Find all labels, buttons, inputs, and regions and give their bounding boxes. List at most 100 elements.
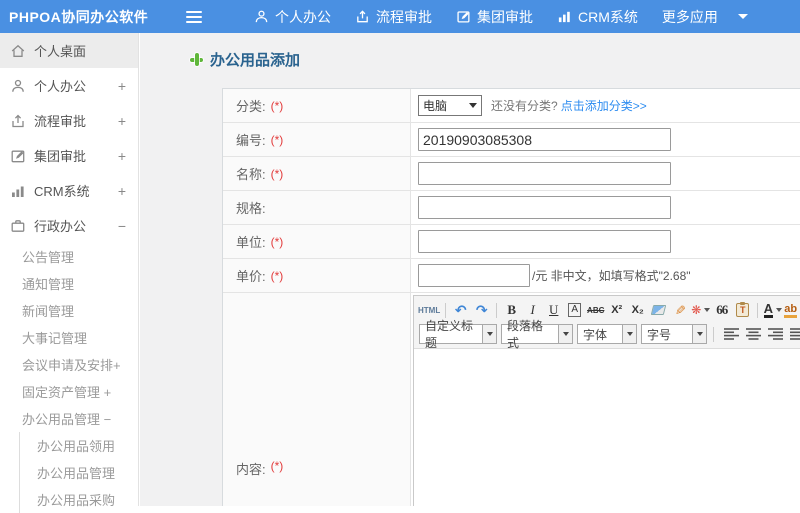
sidebar-item-news-mgmt[interactable]: 新闻管理	[0, 297, 138, 324]
name-label: 名称:	[236, 164, 266, 183]
add-category-link[interactable]: 点击添加分类>>	[561, 97, 647, 114]
format-painter-button[interactable]: ✎	[670, 301, 690, 320]
chevron-down-icon	[482, 325, 496, 343]
form-row-spec: 规格:	[223, 191, 800, 225]
chevron-down-icon	[692, 325, 706, 343]
select-arrow-icon	[469, 103, 477, 108]
subscript-button[interactable]: X₂	[628, 300, 647, 320]
sidebar-item-group-approval[interactable]: 集团审批 +	[0, 138, 138, 173]
required-marker: (*)	[271, 167, 284, 181]
auto-typeset-button[interactable]: ❋	[691, 300, 710, 320]
code-input[interactable]	[418, 128, 671, 151]
align-center-icon[interactable]	[746, 328, 761, 340]
spec-input[interactable]	[418, 196, 671, 219]
blockquote-button[interactable]: 66	[712, 300, 731, 320]
chevron-down-icon	[558, 325, 572, 343]
sidebar-item-personal-office[interactable]: 个人办公 +	[0, 68, 138, 103]
form-row-name: 名称: (*)	[223, 157, 800, 191]
unit-label: 单位:	[236, 232, 266, 251]
category-hint: 还没有分类?	[491, 97, 558, 114]
sidebar-item-memorabilia-mgmt[interactable]: 大事记管理	[0, 324, 138, 351]
sidebar-item-supplies-manage[interactable]: 办公用品管理	[20, 459, 138, 486]
sidebar-item-crm[interactable]: CRM系统 +	[0, 173, 138, 208]
toolbar-row-2: 自定义标题 段落格式 字体	[417, 322, 800, 346]
heading-select[interactable]: 自定义标题	[419, 324, 497, 344]
editor-toolbar: HTML ↶ ↷ B I U A ABC X² X₂	[414, 296, 800, 349]
app-logo[interactable]: PHPOA协同办公软件	[0, 7, 186, 27]
bar-chart-icon	[557, 9, 572, 24]
paragraph-format-select[interactable]: 段落格式	[501, 324, 573, 344]
share-icon	[355, 9, 370, 24]
required-marker: (*)	[271, 459, 284, 473]
chevron-down-icon	[622, 325, 636, 343]
code-label: 编号:	[236, 130, 266, 149]
topbar: PHPOA协同办公软件 个人办公 流程审批 集团审批 CRM系统 更多应用	[0, 0, 800, 33]
briefcase-icon	[10, 218, 26, 234]
spec-label: 规格:	[236, 198, 266, 217]
price-input[interactable]	[418, 264, 530, 287]
align-right-icon[interactable]	[768, 328, 783, 340]
chevron-down-icon	[704, 308, 710, 312]
form-row-price: 单价: (*) /元 非中文，如填写格式"2.68"	[223, 259, 800, 293]
align-left-icon[interactable]	[724, 328, 739, 340]
sidebar-item-meeting-mgmt[interactable]: 会议申请及安排+	[0, 351, 138, 378]
sidebar-item-desktop[interactable]: 个人桌面	[0, 33, 138, 68]
home-icon	[10, 43, 26, 59]
expand-plus-icon[interactable]: +	[118, 183, 126, 199]
chevron-down-icon	[776, 308, 782, 312]
sidebar: 个人桌面 个人办公 + 流程审批 + 集团审批 + CRM系统 + 行政办公 −	[0, 33, 139, 506]
required-marker: (*)	[271, 235, 284, 249]
sidebar-item-admin-office[interactable]: 行政办公 −	[0, 208, 138, 243]
align-justify-icon[interactable]	[790, 328, 800, 340]
nav-crm-system[interactable]: CRM系统	[557, 7, 638, 27]
expand-plus-icon[interactable]: +	[118, 113, 126, 129]
page-title: 办公用品添加	[190, 49, 800, 70]
remove-format-button[interactable]	[649, 300, 668, 320]
collapse-minus-icon[interactable]: −	[118, 218, 126, 234]
form-row-code: 编号: (*)	[223, 123, 800, 157]
superscript-button[interactable]: X²	[607, 300, 626, 320]
font-family-select[interactable]: 字体	[577, 324, 637, 344]
expand-plus-icon[interactable]: +	[118, 78, 126, 94]
price-format-hint: /元 非中文，如填写格式"2.68"	[532, 267, 691, 284]
required-marker: (*)	[271, 133, 284, 147]
font-color-button[interactable]: A	[763, 300, 782, 320]
edit-icon	[456, 9, 471, 24]
menu-toggle-icon[interactable]	[186, 11, 204, 23]
expand-plus-icon[interactable]: +	[118, 148, 126, 164]
nav-more-apps[interactable]: 更多应用	[662, 7, 748, 27]
strikethrough-button[interactable]: ABC	[586, 300, 605, 320]
user-icon	[254, 9, 269, 24]
sidebar-item-supplies-purchase[interactable]: 办公用品采购	[20, 486, 138, 513]
share-icon	[10, 113, 26, 129]
category-select[interactable]: 电脑	[418, 95, 482, 116]
unit-input[interactable]	[418, 230, 671, 253]
highlight-color-button[interactable]: ab	[784, 300, 800, 320]
sidebar-item-office-supplies-mgmt[interactable]: 办公用品管理 −	[0, 405, 138, 432]
rich-text-editor: HTML ↶ ↷ B I U A ABC X² X₂	[413, 295, 800, 506]
required-marker: (*)	[271, 99, 284, 113]
category-label: 分类:	[236, 96, 266, 115]
sidebar-item-announcement-mgmt[interactable]: 公告管理	[0, 243, 138, 270]
font-style-button[interactable]: A	[565, 300, 584, 320]
sidebar-item-supplies-claim[interactable]: 办公用品领用	[20, 432, 138, 459]
form-row-category: 分类: (*) 电脑 还没有分类? 点击添加分类>>	[223, 89, 800, 123]
office-supplies-submenu: 办公用品领用 办公用品管理 办公用品采购	[19, 432, 138, 513]
form-row-unit: 单位: (*)	[223, 225, 800, 259]
name-input[interactable]	[418, 162, 671, 185]
user-icon	[10, 78, 26, 94]
eraser-icon	[651, 305, 666, 315]
sidebar-item-process-approval[interactable]: 流程审批 +	[0, 103, 138, 138]
sidebar-item-notice-mgmt[interactable]: 通知管理	[0, 270, 138, 297]
chevron-down-icon	[738, 14, 748, 19]
font-size-select[interactable]: 字号	[641, 324, 707, 344]
nav-process-approval[interactable]: 流程审批	[355, 7, 432, 27]
nav-personal-office[interactable]: 个人办公	[254, 7, 331, 27]
paste-plain-button[interactable]: T	[733, 300, 752, 320]
editor-content-area[interactable]	[414, 349, 800, 506]
add-supplies-form: 分类: (*) 电脑 还没有分类? 点击添加分类>> 编号: (*)	[222, 88, 800, 506]
price-label: 单价:	[236, 266, 266, 285]
nav-group-approval[interactable]: 集团审批	[456, 7, 533, 27]
sidebar-item-fixed-assets-mgmt[interactable]: 固定资产管理 +	[0, 378, 138, 405]
edit-icon	[10, 148, 26, 164]
